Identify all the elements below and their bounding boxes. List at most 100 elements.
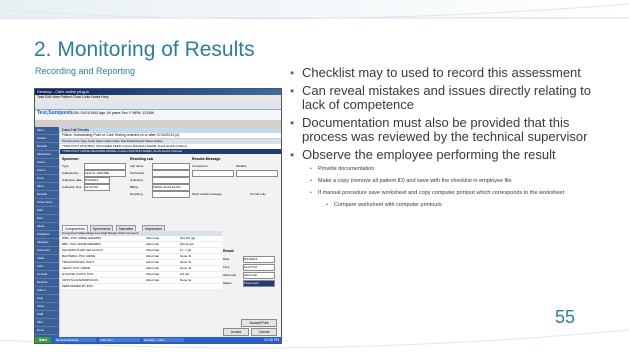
- cancel-button[interactable]: Cancel: [251, 328, 277, 336]
- nav-item[interactable]: Vitals: [35, 255, 59, 263]
- result-component: RBC, POC URINE DEDMRS: [62, 242, 101, 246]
- component-field[interactable]: [192, 170, 234, 177]
- result-range: F(...) /gh: [180, 248, 192, 252]
- result-component: CRYSTALS/AMORPHOUS: [62, 278, 99, 282]
- date-label: Date: [223, 257, 230, 261]
- technician-field[interactable]: [152, 170, 190, 177]
- page-number: 55: [555, 307, 576, 327]
- task-item[interactable]: Desktop - Citrix: [143, 338, 184, 342]
- specimen-section-title: Specimen: [62, 157, 79, 161]
- collection-time-field[interactable]: 12:02 PM: [84, 184, 110, 191]
- abnormal-label: Abnormal: [223, 273, 236, 277]
- accept-button[interactable]: Accept: [223, 328, 249, 336]
- resulting-field[interactable]: [152, 191, 190, 198]
- results-message-title: Results Message: [192, 157, 221, 161]
- task-item[interactable]: Citrix Xen: [99, 338, 140, 342]
- send-results-checkbox[interactable]: Send results message: [192, 192, 222, 196]
- result-component: HYALINE CASTS, POC: [62, 272, 94, 276]
- time-field[interactable]: 12:07 PM: [243, 264, 275, 271]
- nav-item[interactable]: Misc: [35, 319, 59, 327]
- nav-item[interactable]: Forms: [35, 167, 59, 175]
- collected-by-label: Collected by: [62, 171, 79, 175]
- nav-item[interactable]: Summary: [35, 247, 59, 255]
- nav-item[interactable]: Results: [35, 143, 59, 151]
- result-side-panel: Result Date 8/14/2014 Time 12:07 PM Abno…: [223, 249, 279, 339]
- date-field[interactable]: 8/14/2014: [243, 256, 275, 263]
- nav-item[interactable]: Micro: [35, 183, 59, 191]
- nav-item[interactable]: Notes: [35, 159, 59, 167]
- result-range: N(0-15) /gh: [180, 236, 196, 240]
- nav-item[interactable]: Flowsheet: [35, 151, 59, 159]
- cc-tab-checkbox[interactable]: CC tab only: [250, 192, 266, 196]
- nav-item[interactable]: Inbox: [35, 127, 59, 135]
- nav-item[interactable]: Meds: [35, 223, 59, 231]
- collection-time-label: Collection time: [62, 185, 82, 189]
- result-range: 0-2 /lpf: [180, 272, 190, 276]
- billing-field[interactable]: MARR, ALAN ELIAS: [152, 184, 190, 191]
- bullet-level-1: Observe the employee performing the resu…: [290, 148, 595, 163]
- type-field[interactable]: [84, 163, 126, 170]
- result-flag: Abnormal: [146, 266, 159, 270]
- nav-item[interactable]: Rad: [35, 215, 59, 223]
- result-component: WBC, POC URINE DEDMRS: [62, 236, 102, 240]
- collection-date-field[interactable]: 8/14/2014: [84, 177, 110, 184]
- task-item[interactable]: Remote Desktop: [55, 338, 96, 342]
- patient-info: DOB: 01/01/1950 Age: 64 years Sex: F MRN…: [71, 111, 155, 115]
- nav-item[interactable]: Path: [35, 207, 59, 215]
- lab-name-label: Lab name: [130, 164, 144, 168]
- status-field[interactable]: Final result: [243, 280, 275, 287]
- nav-item[interactable]: Other: [35, 303, 59, 311]
- billing-label: Billing: [130, 185, 139, 189]
- status-label: Status: [223, 281, 232, 285]
- collected-field[interactable]: [152, 177, 190, 184]
- bullet-level-2: Make a copy (remove all patient ID) and …: [290, 178, 595, 185]
- nav-item[interactable]: Help: [35, 295, 59, 303]
- result-range: None /hi: [180, 254, 192, 258]
- nav-item[interactable]: Consult: [35, 271, 59, 279]
- order-row-selected[interactable]: 77903 POCT URINE DELMORE MODEL Custom 8/…: [60, 149, 281, 154]
- result-flag: Abnormal: [146, 272, 159, 276]
- nav-item[interactable]: Staff: [35, 311, 59, 319]
- patient-name: Test,Sunquest: [37, 110, 72, 116]
- accept-print-button[interactable]: Accept/Print: [241, 319, 277, 327]
- collected-by-field[interactable]: LEACH, JEROME: [84, 170, 126, 177]
- bullet-level-1: Checklist may to used to record this ass…: [290, 66, 595, 81]
- toolbar[interactable]: [35, 100, 281, 110]
- result-flag: Abnormal: [146, 242, 159, 246]
- result-range: None /hi: [180, 260, 192, 264]
- time-label: Time: [223, 265, 230, 269]
- nav-item[interactable]: Labs: [35, 263, 59, 271]
- nav-item[interactable]: Done: [35, 327, 59, 335]
- bullet-level-1: Documentation must also be provided that…: [290, 116, 595, 144]
- slide: 2. Monitoring of Results Recording and R…: [0, 0, 629, 356]
- nav-item[interactable]: Admin: [35, 287, 59, 295]
- result-component: PERFORMED BY POC: [62, 284, 94, 288]
- nav-item[interactable]: Allergies: [35, 239, 59, 247]
- collected-label: Collected: [130, 178, 143, 182]
- result-range: N(0-2) /gh: [180, 242, 194, 246]
- component-label: Component: [192, 164, 208, 168]
- nav-item[interactable]: Docs: [35, 175, 59, 183]
- result-side-title: Result: [223, 249, 234, 253]
- abnormal-field[interactable]: Abnormal: [243, 272, 275, 279]
- nav-item[interactable]: Results: [35, 191, 59, 199]
- nav-item[interactable]: Problems: [35, 231, 59, 239]
- technician-label: Technician: [130, 171, 145, 175]
- result-component: SQUAMOUS EPI CELLS (0-5): [62, 248, 103, 252]
- clock: 12:08 PM: [264, 338, 279, 342]
- result-flag: Abnormal: [146, 260, 159, 264]
- type-label: Type: [62, 164, 69, 168]
- lab-name-field[interactable]: [152, 163, 190, 170]
- resulting-label: Resulting: [130, 192, 143, 196]
- nav-item[interactable]: Orders: [35, 135, 59, 143]
- bullet-level-3: Compare worksheet with computer printout…: [290, 202, 595, 209]
- result-flag: Abnormal: [146, 248, 159, 252]
- modifier-field[interactable]: [236, 170, 278, 177]
- resulting-lab-title: Resulting Lab: [130, 157, 154, 161]
- nav-item[interactable]: Reports: [35, 279, 59, 287]
- result-row[interactable]: PERFORMED BY POC: [60, 284, 222, 290]
- collection-date-label: Collection date: [62, 178, 82, 182]
- nav-item[interactable]: Order Entry: [35, 199, 59, 207]
- start-button[interactable]: Start: [35, 337, 51, 343]
- slide-title: 2. Monitoring of Results: [34, 38, 255, 61]
